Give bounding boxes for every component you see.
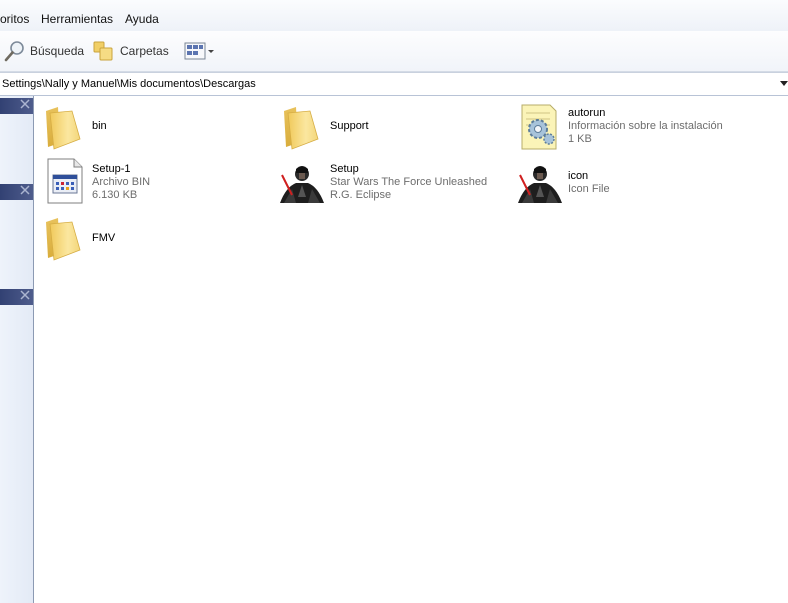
- setup-info-icon: [521, 104, 557, 150]
- file-name: Setup-1: [92, 163, 131, 175]
- file-size: 6.130 KB: [92, 189, 138, 201]
- address-dropdown-icon[interactable]: [780, 81, 788, 86]
- file-list: bin Support autorun Información sobre la…: [34, 96, 788, 603]
- folder-icon: [46, 218, 81, 261]
- address-bar[interactable]: Settings\Nally y Manuel\Mis documentos\D…: [0, 72, 788, 97]
- file-item-bin[interactable]: bin: [40, 103, 276, 155]
- file-name: Support: [330, 120, 369, 132]
- search-label: Búsqueda: [30, 44, 85, 58]
- menu-tools[interactable]: Herramientas: [41, 12, 113, 26]
- file-type: Icon File: [568, 183, 610, 195]
- game-character-icon: [280, 166, 324, 203]
- toolbar: Búsqueda Carpetas: [0, 31, 788, 72]
- file-type: Información sobre la instalación: [568, 120, 723, 132]
- collapse-icon[interactable]: [20, 99, 30, 109]
- file-description: Star Wars The Force Unleashed: [330, 176, 488, 188]
- game-character-icon: [518, 166, 562, 203]
- task-pane-header[interactable]: [0, 289, 33, 305]
- views-button[interactable]: [184, 39, 216, 63]
- file-name: FMV: [92, 232, 116, 244]
- file-name: autorun: [568, 107, 606, 119]
- task-pane-header[interactable]: [0, 184, 33, 200]
- file-company: R.G. Eclipse: [330, 189, 392, 201]
- file-type: Archivo BIN: [92, 176, 151, 188]
- file-item-fmv[interactable]: FMV: [40, 214, 276, 266]
- folders-icon: [93, 41, 113, 61]
- collapse-icon[interactable]: [20, 290, 30, 300]
- task-pane-header[interactable]: [0, 98, 33, 114]
- menu-help[interactable]: Ayuda: [125, 12, 159, 26]
- address-path: Settings\Nally y Manuel\Mis documentos\D…: [2, 78, 256, 90]
- task-pane: [0, 96, 34, 603]
- file-item-setup[interactable]: Setup Star Wars The Force Unleashed R.G.…: [278, 157, 514, 209]
- file-name: bin: [92, 120, 107, 132]
- menu-favorites[interactable]: oritos: [0, 12, 29, 26]
- folder-icon: [284, 107, 319, 150]
- file-name: Setup: [330, 163, 359, 175]
- file-item-autorun[interactable]: autorun Información sobre la instalación…: [516, 103, 752, 155]
- file-item-icon[interactable]: icon Icon File: [516, 157, 752, 209]
- bin-file-icon: [47, 158, 83, 204]
- search-icon: [4, 41, 24, 62]
- views-icon: [184, 42, 214, 60]
- file-item-setup-1[interactable]: Setup-1 Archivo BIN 6.130 KB: [40, 157, 276, 209]
- folders-label: Carpetas: [120, 44, 169, 58]
- search-button[interactable]: Búsqueda: [4, 39, 84, 63]
- chevron-down-icon: [208, 50, 214, 53]
- folder-icon: [46, 107, 81, 150]
- file-size: 1 KB: [568, 133, 592, 145]
- menu-bar: oritos Herramientas Ayuda: [0, 0, 788, 32]
- collapse-icon[interactable]: [20, 185, 30, 195]
- folders-button[interactable]: Carpetas: [92, 39, 169, 63]
- file-name: icon: [568, 170, 589, 182]
- file-item-support[interactable]: Support: [278, 103, 514, 155]
